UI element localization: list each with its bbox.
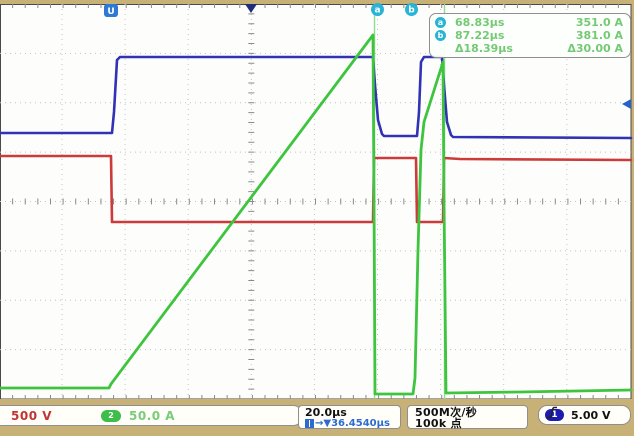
cursor-a-value: 351.0 A <box>535 16 623 29</box>
channel-scales-box: 500 V 2 50.0 A <box>0 405 303 426</box>
trigger-box: 1 5.00 V <box>538 405 631 425</box>
horizontal-delay-value: 36.4540µs <box>331 418 390 429</box>
graticule-icon <box>305 419 314 428</box>
red-channel-scale: 500 V <box>11 409 52 423</box>
cursor-delta-time: Δ18.39µs <box>455 42 535 55</box>
cursor-a-marker-icon: a <box>371 3 384 16</box>
cursor-a-row: a 68.83µs 351.0 A <box>435 16 623 29</box>
horizontal-delay-row: →▼ 36.4540µs <box>305 418 400 429</box>
expansion-point-label: U <box>107 7 114 17</box>
waveform-display: U a b <box>0 0 634 436</box>
oscilloscope-screen: U a b a 68.83µs 351.0 A b 87.22µs 381.0 … <box>0 0 634 436</box>
timebase-box: 20.0µs →▼ 36.4540µs <box>298 405 401 429</box>
trigger-level-value: 5.00 V <box>571 409 610 422</box>
cursor-a-time: 68.83µs <box>455 16 535 29</box>
cursor-a-label: a <box>374 6 380 16</box>
green-channel-badge-icon: 2 <box>101 410 121 422</box>
cursor-b-label: b <box>408 6 415 16</box>
cursor-a-bullet-icon: a <box>435 17 446 28</box>
rising-edge-icon <box>546 406 558 419</box>
status-bar: 500 V 2 50.0 A 20.0µs →▼ 36.4540µs 500M次… <box>0 399 634 436</box>
acquisition-box: 500M次/秒 100k 点 <box>407 405 528 429</box>
cursor-b-row: b 87.22µs 381.0 A <box>435 29 623 42</box>
delay-arrow-glyph: →▼ <box>315 418 331 429</box>
cursor-b-time: 87.22µs <box>455 29 535 42</box>
cursor-b-value: 381.0 A <box>535 29 623 42</box>
cursor-delta-value: Δ30.00 A <box>535 42 623 55</box>
expansion-point-icon: U <box>104 4 118 17</box>
cursor-b-bullet-icon: b <box>435 30 446 41</box>
green-channel-scale: 50.0 A <box>129 409 175 423</box>
record-length: 100k 点 <box>415 418 527 429</box>
cursor-readout-box: a 68.83µs 351.0 A b 87.22µs 381.0 A Δ18.… <box>429 13 631 58</box>
timebase-scale: 20.0µs <box>305 407 400 418</box>
cursor-delta-row: Δ18.39µs Δ30.00 A <box>435 42 623 55</box>
cursor-b-marker-icon: b <box>405 3 418 16</box>
